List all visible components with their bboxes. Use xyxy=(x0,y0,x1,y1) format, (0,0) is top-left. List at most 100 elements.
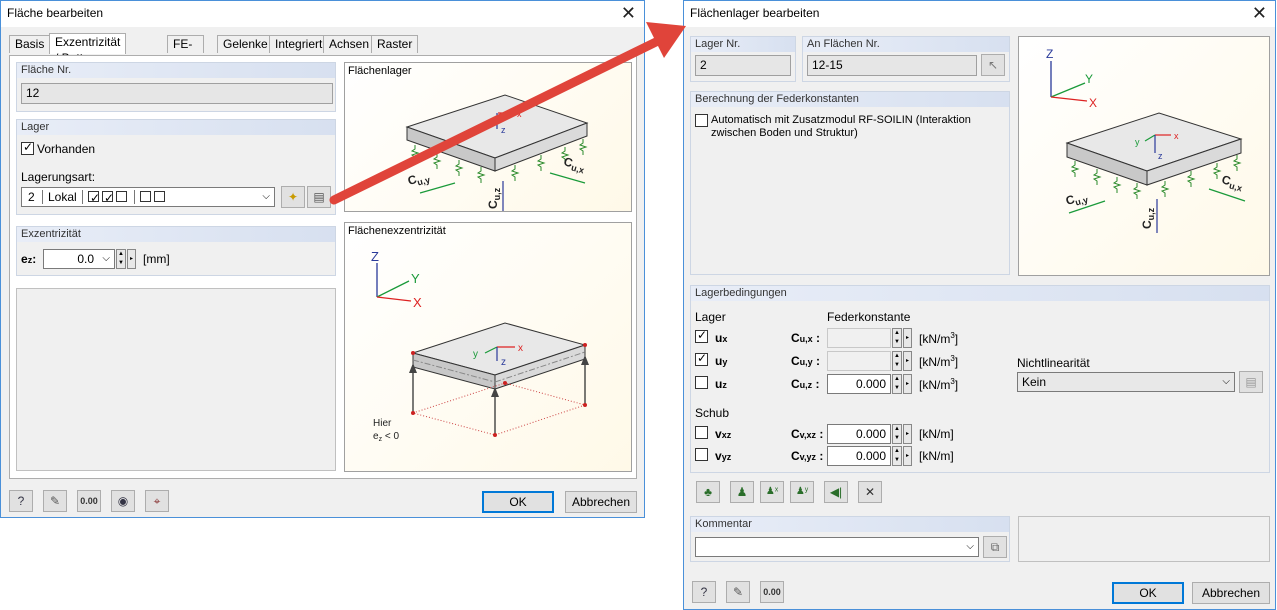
cuz-input[interactable]: 0.000 xyxy=(827,374,891,394)
tab-gelenke[interactable]: Gelenke xyxy=(217,35,274,53)
ez-unit: [mm] xyxy=(143,252,170,266)
view-icon[interactable]: ◉ xyxy=(111,490,135,512)
help-icon[interactable]: ? xyxy=(692,581,716,603)
panel-lager: Lager Vorhanden Lagerungsart: 2 Lokal ⌵ … xyxy=(16,119,336,215)
vyz-checkbox[interactable] xyxy=(695,448,708,461)
title-bar: Flächenlager bearbeiten ✕ xyxy=(684,1,1275,27)
nonlin-select[interactable]: Kein ⌵ xyxy=(1017,372,1235,392)
cvxz-arrow-button[interactable]: ▸ xyxy=(903,424,912,444)
new-lager-button[interactable]: ✦ xyxy=(281,186,305,208)
kommentar-copy-button[interactable]: ⧉ xyxy=(983,536,1007,558)
axis-z-label: z xyxy=(501,357,506,368)
reset-button[interactable]: ✕ xyxy=(858,481,882,503)
cuy-arrow-button[interactable]: ▸ xyxy=(903,351,912,371)
cuz-label: Cu,z : xyxy=(791,377,820,391)
panel-kommentar: Kommentar ⌵ ⧉ xyxy=(690,516,1010,562)
cvxz-unit: [kN/m] xyxy=(919,427,954,441)
help-icon[interactable]: ? xyxy=(9,490,33,512)
tab-achsen[interactable]: Achsen xyxy=(323,35,376,53)
cvxz-input[interactable]: 0.000 xyxy=(827,424,891,444)
units-icon[interactable]: 0.00 xyxy=(760,581,784,603)
vorhanden-label: Vorhanden xyxy=(37,142,96,156)
axis-Z-label: Z xyxy=(1046,47,1053,61)
chevron-down-icon[interactable]: ⌵ xyxy=(262,188,270,206)
window-title: Fläche bearbeiten xyxy=(7,6,104,20)
divider xyxy=(82,190,83,204)
panel-lager-nr: Lager Nr. 2 xyxy=(690,36,796,82)
edit-lager-button[interactable]: ▤ xyxy=(307,186,331,208)
edit-icon[interactable]: ✎ xyxy=(726,581,750,603)
ez-label-main: e xyxy=(21,252,28,266)
panel-header: Lager xyxy=(17,120,335,135)
tab-exzentrizitaet[interactable]: Exzentrizität / Bettung xyxy=(49,33,127,65)
tab-fe-netz[interactable]: FE-Netz xyxy=(167,35,204,67)
chevron-down-icon[interactable]: ⌵ xyxy=(1222,373,1230,391)
panel-header: Lagerbedingungen xyxy=(691,286,1269,301)
close-icon[interactable]: ✕ xyxy=(621,2,636,24)
vxz-checkbox[interactable] xyxy=(695,426,708,439)
support-hinged-button[interactable]: ♣ xyxy=(696,481,720,503)
support-fixed-button[interactable]: ♟ xyxy=(730,481,754,503)
chevron-down-icon[interactable]: ⌵ xyxy=(966,538,974,556)
panel-lagerbedingungen: Lagerbedingungen Lager Federkonstante ux… xyxy=(690,285,1270,473)
cuz-spinner[interactable]: ▲ ▼ xyxy=(892,374,902,394)
cuy-spinner[interactable]: ▲ ▼ xyxy=(892,351,902,371)
uy-label: uy xyxy=(715,354,728,368)
cvyz-input[interactable]: 0.000 xyxy=(827,446,891,466)
axis-Z-label: Z xyxy=(371,249,379,264)
cux-arrow-button[interactable]: ▸ xyxy=(903,328,912,348)
lager-nr-field: 2 xyxy=(695,55,791,76)
cuy-label: Cu,y xyxy=(1064,189,1089,210)
close-icon[interactable]: ✕ xyxy=(1252,2,1267,24)
tab-integriert[interactable]: Integriert xyxy=(269,35,329,53)
edit-icon[interactable]: ✎ xyxy=(43,490,67,512)
nonlin-edit-button[interactable]: ▤ xyxy=(1239,371,1263,393)
chevron-down-icon[interactable]: ⌵ xyxy=(102,250,110,268)
ux-checkbox[interactable] xyxy=(695,328,708,343)
axis-X-label: X xyxy=(1089,96,1097,110)
rf-soilin-checkbox[interactable] xyxy=(695,114,708,127)
ok-button[interactable]: OK xyxy=(482,491,554,513)
vorhanden-checkbox[interactable] xyxy=(21,140,34,155)
panel-exzentrizitaet: Exzentrizität ez: 0.0 ⌵ ▲ ▼ ▸ [mm] xyxy=(16,226,336,276)
tab-basis[interactable]: Basis xyxy=(9,35,51,53)
ez-label: ez: xyxy=(21,252,36,266)
cvxz-label: Cv,xz : xyxy=(791,427,824,441)
cuy-label: Cu,y xyxy=(406,169,431,190)
image-flaechenlager: Flächenlager x z Cu,y Cu,x Cu,z xyxy=(344,62,632,212)
cancel-button[interactable]: Abbrechen xyxy=(565,491,637,513)
cux-spinner[interactable]: ▲ ▼ xyxy=(892,328,902,348)
cuy-unit: [kN/m3] xyxy=(919,354,959,369)
axis-X-label: X xyxy=(413,295,422,310)
nonlin-value: Kein xyxy=(1022,375,1047,389)
cvyz-arrow-button[interactable]: ▸ xyxy=(903,446,912,466)
cux-input[interactable] xyxy=(827,328,891,348)
cuy-input[interactable] xyxy=(827,351,891,371)
panel-header: Berechnung der Federkonstanten xyxy=(691,92,1009,107)
lagerungsart-select[interactable]: 2 Lokal ⌵ xyxy=(21,187,275,207)
cux-label: Cu,x xyxy=(1220,172,1245,193)
ez-input[interactable]: 0.0 ⌵ xyxy=(43,249,115,269)
ok-button[interactable]: OK xyxy=(1112,582,1184,604)
tab-content: Fläche Nr. 12 Lager Vorhanden Lagerungsa… xyxy=(9,55,637,479)
tab-raster[interactable]: Raster xyxy=(371,35,419,53)
cvyz-spinner[interactable]: ▲ ▼ xyxy=(892,446,902,466)
kommentar-input[interactable]: ⌵ xyxy=(695,537,979,557)
uz-label: uz xyxy=(715,377,727,391)
ez-spinner[interactable]: ▲ ▼ xyxy=(116,249,126,269)
pick-cursor-icon[interactable]: ↖ xyxy=(981,54,1005,76)
an-flaechen-field: 12-15 xyxy=(807,55,977,76)
units-icon[interactable]: 0.00 xyxy=(77,490,101,512)
cux-label: Cu,x xyxy=(562,154,587,175)
support-x-button[interactable]: ♟ˣ xyxy=(760,481,784,503)
cancel-button[interactable]: Abbrechen xyxy=(1192,582,1270,604)
cuz-arrow-button[interactable]: ▸ xyxy=(903,374,912,394)
support-wall-button[interactable]: ◀| xyxy=(824,481,848,503)
uy-checkbox[interactable] xyxy=(695,351,708,366)
panel-header: Fläche Nr. xyxy=(17,63,335,78)
ez-arrow-button[interactable]: ▸ xyxy=(127,249,136,269)
cvxz-spinner[interactable]: ▲ ▼ xyxy=(892,424,902,444)
support-y-button[interactable]: ♟ʸ xyxy=(790,481,814,503)
uz-checkbox[interactable] xyxy=(695,376,708,389)
select-icon[interactable]: ⌖ xyxy=(145,490,169,512)
